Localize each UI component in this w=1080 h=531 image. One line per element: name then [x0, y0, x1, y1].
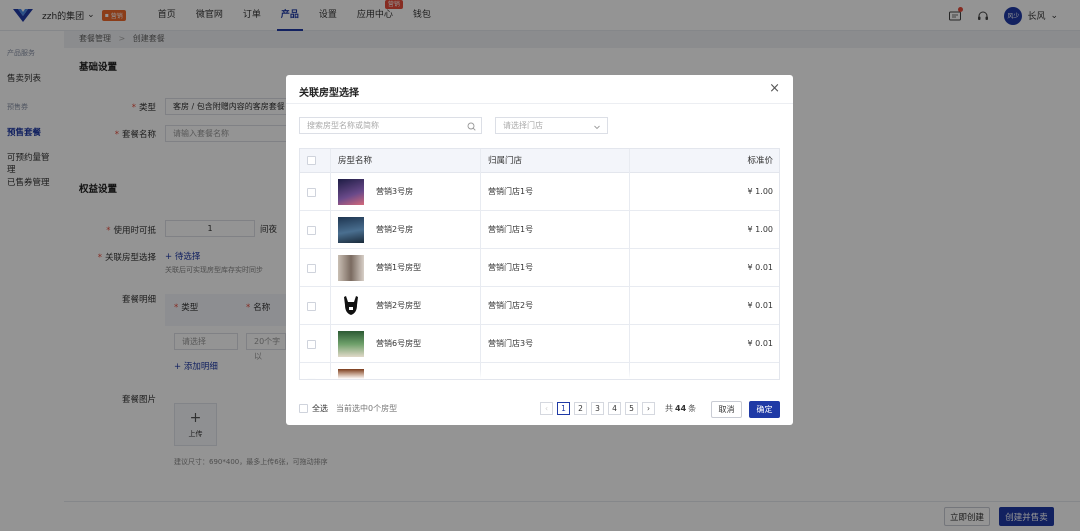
table-row[interactable]: 营销6号房型 营销门店3号 ¥ 0.01	[300, 325, 779, 363]
search-icon	[467, 121, 476, 136]
col-room-name: 房型名称	[338, 156, 373, 166]
room-search-input[interactable]: 搜索房型名称或简称	[299, 117, 482, 134]
selected-count-hint: 当前选中0个房型	[336, 404, 398, 413]
table-row[interactable]: 营销2号房 营销门店1号 ¥ 1.00	[300, 211, 779, 249]
room-thumbnail	[338, 331, 364, 357]
total-count: 共 44 条	[665, 404, 697, 413]
room-store: 营销门店2号	[488, 301, 534, 310]
table-row[interactable]: 营销1号房型 营销门店1号 ¥ 0.01	[300, 249, 779, 287]
room-price: ¥ 0.01	[747, 301, 773, 310]
table-row[interactable]: 营销3号房 营销门店1号 ¥ 1.00	[300, 173, 779, 211]
table-row[interactable]: 营销2号房型 营销门店2号 ¥ 0.01	[300, 287, 779, 325]
chevron-down-icon	[593, 121, 601, 136]
col-store: 归属门店	[488, 156, 523, 166]
modal-footer: 全选 当前选中0个房型 ‹ 1 2 3 4 5 › 共 44 条 取消 确定	[286, 393, 793, 425]
row-checkbox[interactable]	[307, 264, 316, 273]
room-name: 营销6号房型	[376, 339, 422, 348]
modal-title: 关联房型选择	[299, 88, 359, 99]
select-all[interactable]: 全选 当前选中0个房型	[299, 403, 397, 414]
room-thumbnail	[338, 217, 364, 243]
room-store: 营销门店1号	[488, 225, 534, 234]
next-page-icon[interactable]: ›	[642, 402, 655, 415]
modal-header-divider	[286, 103, 793, 104]
room-thumbnail	[338, 179, 364, 205]
row-checkbox[interactable]	[307, 340, 316, 349]
header-checkbox[interactable]	[307, 156, 316, 165]
room-price: ¥ 0.01	[747, 339, 773, 348]
page-3[interactable]: 3	[591, 402, 604, 415]
room-thumbnail	[338, 255, 364, 281]
room-price: ¥ 1.00	[747, 187, 773, 196]
select-all-label: 全选	[312, 404, 328, 413]
room-name: 营销1号房型	[376, 263, 422, 272]
close-icon[interactable]: ×	[769, 81, 780, 96]
row-checkbox[interactable]	[307, 188, 316, 197]
store-select[interactable]: 请选择门店	[495, 117, 608, 134]
page-1[interactable]: 1	[557, 402, 570, 415]
confirm-button[interactable]: 确定	[749, 401, 780, 418]
room-store: 营销门店3号	[488, 339, 534, 348]
page-2[interactable]: 2	[574, 402, 587, 415]
room-type-table: 房型名称 归属门店 标准价 营销3号房 营销门店1号 ¥ 1.00 营销2号房 …	[299, 148, 780, 380]
room-store: 营销门店1号	[488, 187, 534, 196]
row-checkbox[interactable]	[307, 302, 316, 311]
page-5[interactable]: 5	[625, 402, 638, 415]
col-price: 标准价	[747, 156, 773, 166]
room-name: 营销2号房	[376, 225, 414, 234]
page-4[interactable]: 4	[608, 402, 621, 415]
room-store: 营销门店1号	[488, 263, 534, 272]
select-all-checkbox[interactable]	[299, 404, 308, 413]
row-checkbox[interactable]	[307, 226, 316, 235]
prev-page-icon[interactable]: ‹	[540, 402, 553, 415]
room-type-select-modal: 关联房型选择 × 搜索房型名称或简称 请选择门店 房型名称 归属门店 标准价 营…	[286, 75, 793, 425]
room-price: ¥ 0.01	[747, 263, 773, 272]
room-name: 营销2号房型	[376, 301, 422, 310]
pagination: ‹ 1 2 3 4 5 › 共 44 条	[540, 402, 696, 415]
table-header: 房型名称 归属门店 标准价	[300, 149, 779, 173]
room-price: ¥ 1.00	[747, 225, 773, 234]
cancel-button[interactable]: 取消	[711, 401, 742, 418]
room-name: 营销3号房	[376, 187, 414, 196]
room-thumbnail	[338, 293, 364, 319]
